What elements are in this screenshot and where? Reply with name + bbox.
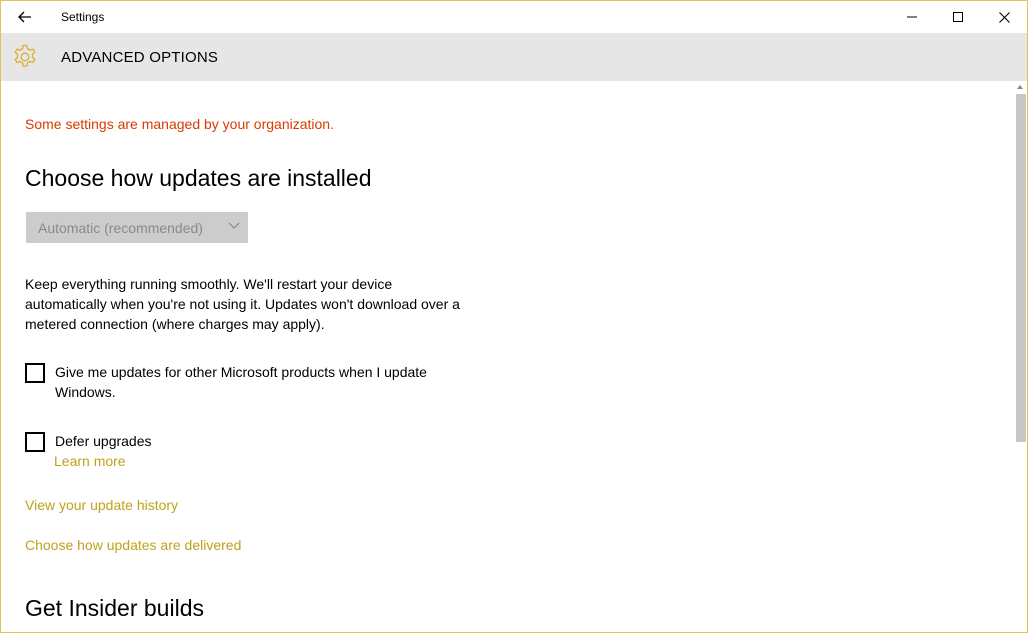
chevron-down-icon	[228, 222, 240, 229]
other-products-checkbox-row[interactable]: Give me updates for other Microsoft prod…	[25, 362, 465, 402]
main-content: Some settings are managed by your organi…	[1, 81, 1013, 632]
managed-notice: Some settings are managed by your organi…	[25, 116, 334, 132]
title-bar: Settings	[1, 1, 1027, 33]
install-mode-dropdown[interactable]: Automatic (recommended)	[26, 212, 248, 243]
close-icon	[998, 11, 1010, 23]
install-heading: Choose how updates are installed	[25, 165, 372, 191]
maximize-button[interactable]	[935, 1, 981, 33]
arrow-left-icon	[18, 11, 31, 23]
insider-heading: Get Insider builds	[25, 595, 204, 621]
close-button[interactable]	[981, 1, 1027, 33]
minimize-icon	[907, 16, 917, 18]
install-description: Keep everything running smoothly. We'll …	[25, 276, 460, 332]
defer-upgrades-checkbox-row[interactable]: Defer upgrades	[25, 431, 465, 452]
back-button[interactable]	[9, 4, 41, 30]
app-title: Settings	[61, 10, 105, 24]
learn-more-link[interactable]: Learn more	[54, 453, 126, 469]
dropdown-selected-value: Automatic (recommended)	[38, 219, 203, 236]
update-history-link[interactable]: View your update history	[25, 497, 178, 513]
delivery-options-link[interactable]: Choose how updates are delivered	[25, 537, 241, 553]
maximize-icon	[953, 12, 963, 22]
defer-upgrades-checkbox[interactable]	[25, 432, 45, 452]
scrollbar-thumb[interactable]	[1016, 94, 1026, 442]
settings-window: Settings ADVANCED OPTIONS Some settings …	[0, 0, 1028, 633]
defer-upgrades-checkbox-label: Defer upgrades	[55, 433, 152, 449]
gear-icon	[14, 44, 36, 67]
other-products-checkbox[interactable]	[25, 363, 45, 383]
other-products-checkbox-label: Give me updates for other Microsoft prod…	[55, 364, 427, 400]
page-title: ADVANCED OPTIONS	[61, 49, 219, 66]
page-header: ADVANCED OPTIONS	[1, 33, 1027, 81]
scroll-up-arrow-icon[interactable]	[1017, 85, 1023, 89]
minimize-button[interactable]	[889, 1, 935, 33]
